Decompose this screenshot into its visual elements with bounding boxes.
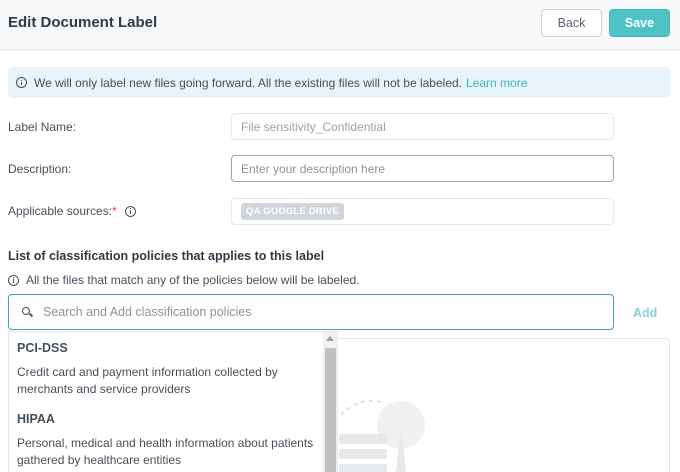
info-icon[interactable] — [124, 205, 136, 217]
policy-option-description: Credit card and payment information coll… — [17, 365, 278, 396]
policies-section-title: List of classification policies that app… — [8, 249, 325, 263]
applicable-sources-label: Applicable sources: * — [8, 204, 143, 218]
policy-option-description: Personal, medical and health information… — [17, 436, 314, 467]
scroll-thumb[interactable] — [325, 348, 336, 472]
policy-search-placeholder: Search and Add classification policies — [43, 305, 252, 319]
page-title: Edit Document Label — [8, 14, 158, 31]
dropdown-scrollbar[interactable] — [323, 332, 337, 472]
label-name-value: File sensitivity_Confidential — [241, 119, 386, 134]
label-name-field[interactable]: File sensitivity_Confidential — [231, 113, 614, 140]
back-button[interactable]: Back — [541, 9, 602, 37]
page-header: Edit Document Label Back Save — [0, 0, 680, 50]
info-banner-text: We will only label new files going forwa… — [34, 75, 462, 90]
policy-search-input[interactable]: Search and Add classification policies — [8, 294, 614, 330]
policies-note-text: All the files that match any of the poli… — [26, 273, 360, 287]
save-button[interactable]: Save — [609, 9, 670, 37]
description-label: Description: — [8, 162, 72, 176]
info-banner: We will only label new files going forwa… — [8, 67, 670, 98]
policy-option-pci-dss[interactable]: PCI-DSS Credit card and payment informat… — [17, 341, 317, 398]
applicable-sources-field: QA GOOGLE DRIVE — [231, 198, 614, 225]
info-icon — [8, 274, 19, 286]
source-chip: QA GOOGLE DRIVE — [241, 203, 344, 220]
learn-more-link[interactable]: Learn more — [466, 76, 527, 90]
policy-option-name: PCI-DSS — [17, 341, 68, 355]
policy-dropdown: PCI-DSS Credit card and payment informat… — [8, 331, 338, 472]
info-icon — [16, 77, 27, 88]
policy-option-hipaa[interactable]: HIPAA Personal, medical and health infor… — [17, 412, 317, 469]
empty-state-illustration — [339, 400, 425, 472]
policy-option-name: HIPAA — [17, 412, 55, 426]
applicable-sources-text: Applicable sources: — [8, 204, 113, 218]
add-policy-button[interactable]: Add — [633, 306, 657, 320]
required-mark: * — [112, 204, 117, 218]
label-name-label: Label Name: — [8, 120, 77, 134]
policies-note: All the files that match any of the poli… — [8, 273, 360, 287]
search-icon — [22, 306, 33, 318]
description-placeholder: Enter your description here — [241, 161, 386, 176]
description-input[interactable]: Enter your description here — [231, 155, 614, 182]
scroll-up-arrow-icon[interactable] — [326, 336, 334, 341]
